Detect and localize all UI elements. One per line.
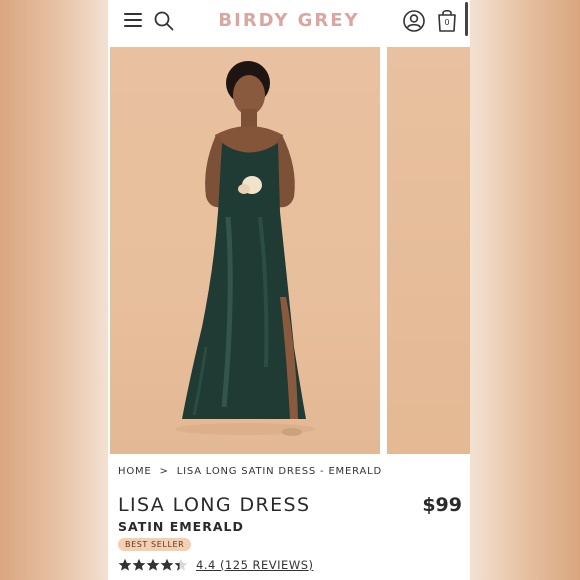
site-header: BIRDY GREY 0 bbox=[108, 0, 470, 44]
account-icon[interactable] bbox=[402, 9, 426, 33]
product-photo-next[interactable] bbox=[387, 47, 470, 454]
product-subtitle: SATIN EMERALD bbox=[118, 519, 244, 534]
scrollbar[interactable] bbox=[465, 2, 468, 36]
star-icon bbox=[146, 558, 160, 571]
star-icon bbox=[118, 558, 132, 571]
breadcrumb-current[interactable]: LISA LONG SATIN DRESS - EMERALD bbox=[177, 466, 382, 477]
product-title: LISA LONG DRESS bbox=[118, 494, 311, 516]
reviews-link[interactable]: 4.4 (125 REVIEWS) bbox=[196, 558, 313, 572]
product-price: $99 bbox=[422, 494, 462, 516]
best-seller-badge: BEST SELLER bbox=[118, 538, 192, 551]
breadcrumb-home[interactable]: HOME bbox=[118, 466, 152, 477]
shopping-bag-button[interactable]: 0 bbox=[436, 7, 458, 33]
star-icon bbox=[160, 558, 174, 571]
product-photo-main[interactable] bbox=[110, 47, 380, 454]
search-icon[interactable] bbox=[153, 10, 175, 32]
phone-screen: BIRDY GREY 0 HOME > LISA LONG SATIN DRES… bbox=[108, 0, 470, 580]
hamburger-icon[interactable] bbox=[124, 13, 142, 27]
product-rating[interactable]: 4.4 (125 REVIEWS) bbox=[118, 556, 313, 574]
star-icon bbox=[174, 558, 188, 571]
breadcrumb: HOME > LISA LONG SATIN DRESS - EMERALD bbox=[118, 466, 382, 477]
product-gallery[interactable] bbox=[108, 47, 470, 454]
rating-stars bbox=[118, 558, 188, 572]
brand-logo[interactable]: BIRDY GREY bbox=[208, 10, 370, 31]
star-icon bbox=[132, 558, 146, 571]
breadcrumb-separator: > bbox=[159, 466, 169, 477]
model-illustration bbox=[175, 61, 315, 436]
bag-count: 0 bbox=[444, 18, 450, 27]
